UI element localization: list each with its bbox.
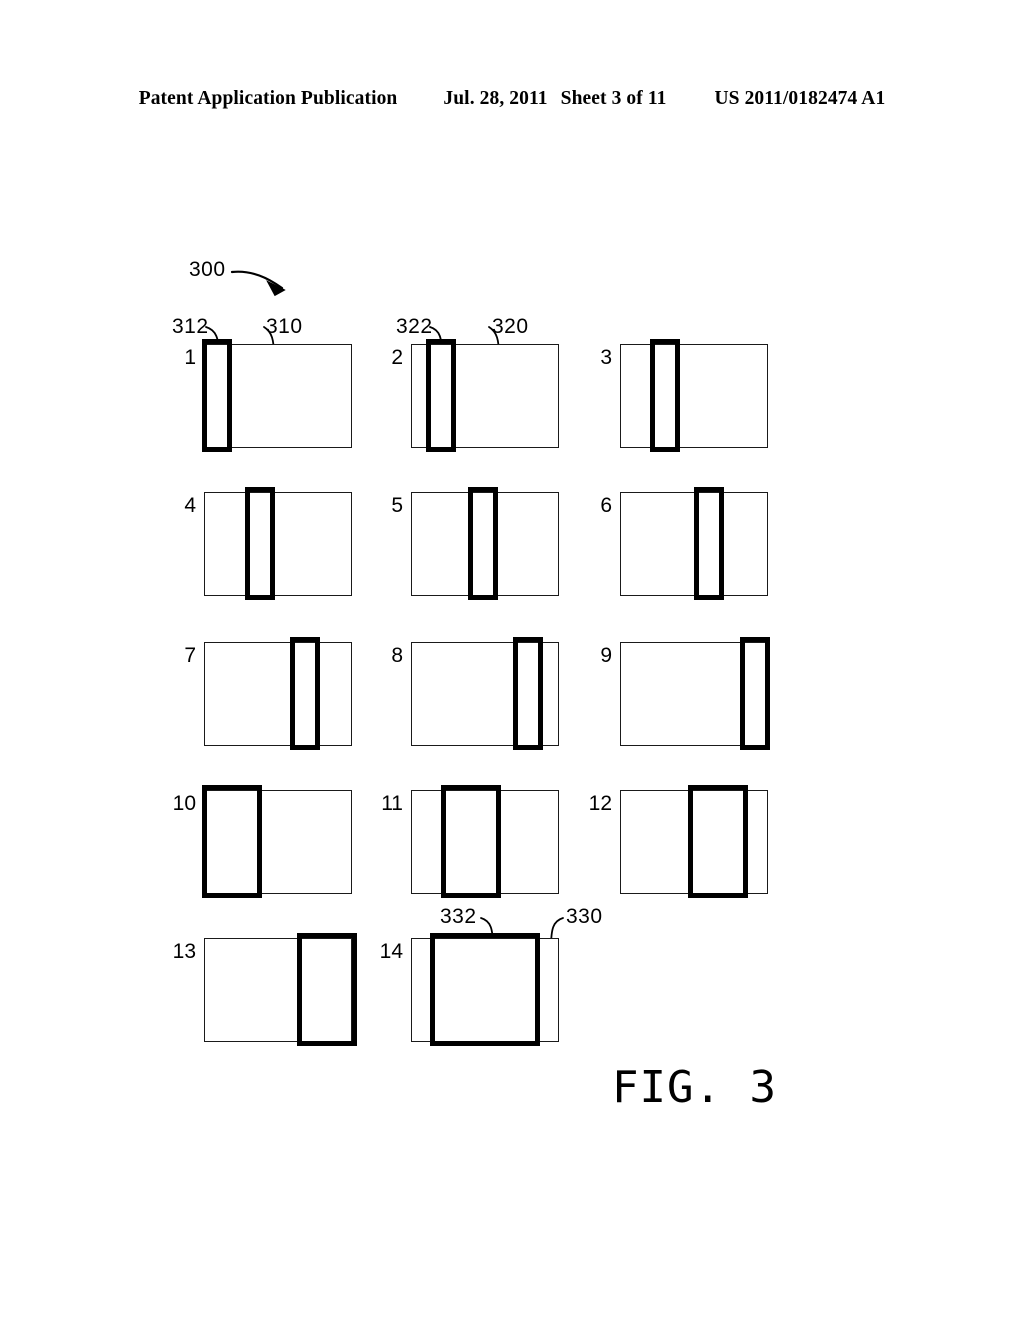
- cell-index-11: 11: [381, 792, 403, 815]
- cell-index-9: 9: [600, 644, 612, 667]
- cell-12-inner-rect: [688, 785, 748, 898]
- cell-7-inner-rect: [290, 637, 320, 750]
- cell-index-14: 14: [379, 940, 403, 963]
- cell-4-outer-rect: [204, 492, 352, 596]
- cell-3-outer-rect: [620, 344, 768, 448]
- cell-10-inner-rect: [202, 785, 262, 898]
- ref-numeral-300: 300: [189, 258, 226, 281]
- cell-index-1: 1: [184, 346, 196, 369]
- cell-index-8: 8: [391, 644, 403, 667]
- cell-13-inner-rect: [297, 933, 357, 1046]
- cell-14-inner-rect: [430, 933, 540, 1046]
- cell-index-10: 10: [172, 792, 196, 815]
- ref-numeral-322: 322: [396, 315, 433, 338]
- cell-index-13: 13: [172, 940, 196, 963]
- cell-index-6: 6: [600, 494, 612, 517]
- cell-5-inner-rect: [468, 487, 498, 600]
- figure-caption: FIG. 3: [612, 1062, 777, 1113]
- cell-4-inner-rect: [245, 487, 275, 600]
- ref-numeral-332: 332: [440, 905, 477, 928]
- cell-index-2: 2: [391, 346, 403, 369]
- cell-3-inner-rect: [650, 339, 680, 452]
- ref-numeral-330: 330: [566, 905, 603, 928]
- cell-8-inner-rect: [513, 637, 543, 750]
- cell-11-inner-rect: [441, 785, 501, 898]
- cell-9-inner-rect: [740, 637, 770, 750]
- ref-numeral-320: 320: [492, 315, 529, 338]
- ref-numeral-312: 312: [172, 315, 209, 338]
- cell-1-inner-rect: [202, 339, 232, 452]
- cell-7-outer-rect: [204, 642, 352, 746]
- figure-3-drawing: 300 312 310 322 320 332 330 1 2 3 4 5 6 7 8 9 10 11 12 13…: [0, 0, 1024, 1320]
- cell-6-inner-rect: [694, 487, 724, 600]
- cell-index-3: 3: [600, 346, 612, 369]
- ref-numeral-310: 310: [266, 315, 303, 338]
- cell-index-12: 12: [588, 792, 612, 815]
- cell-2-inner-rect: [426, 339, 456, 452]
- cell-index-7: 7: [184, 644, 196, 667]
- cell-index-5: 5: [391, 494, 403, 517]
- cell-index-4: 4: [184, 494, 196, 517]
